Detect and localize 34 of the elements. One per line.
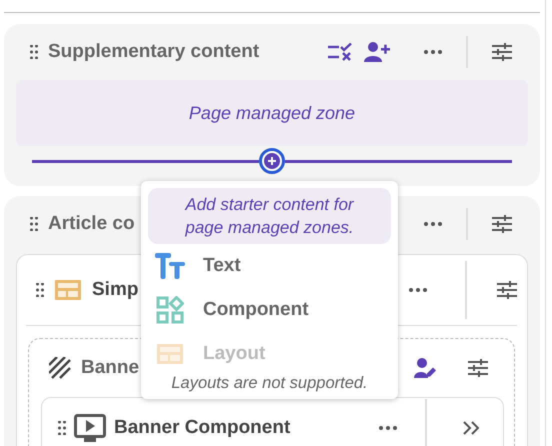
drag-handle-icon[interactable] [30,45,38,59]
add-user-icon[interactable] [364,42,390,62]
layout-icon [156,343,184,365]
page-managed-zone[interactable]: Page managed zone [16,80,528,146]
section-title: Supplementary content [48,41,260,63]
layout-title: Simp [92,279,138,301]
component-title: Banner Component [114,417,290,439]
more-icon[interactable] [424,50,442,54]
menu-item[interactable]: Text [148,244,391,288]
stripes-icon [49,357,71,379]
settings-icon[interactable] [492,215,512,233]
layout-icon [54,279,82,301]
menu-hint: Add starter content for page managed zones. [148,188,391,244]
drag-handle-icon[interactable] [30,217,38,231]
checklist-icon[interactable] [328,43,352,61]
component-icon [156,296,184,324]
more-icon[interactable] [379,426,397,430]
text-format-icon [155,253,185,279]
more-icon[interactable] [409,288,427,292]
settings-icon[interactable] [497,281,517,299]
menu-note: Layouts are not supported. [170,374,369,393]
zone-title: Banne [81,357,140,379]
add-content-button[interactable] [259,148,285,174]
drag-handle-icon[interactable] [36,283,44,297]
more-icon[interactable] [424,222,442,226]
video-screen-icon [74,414,106,442]
menu-item[interactable]: Component [148,288,391,332]
settings-icon[interactable] [492,43,512,61]
double-chevron-icon[interactable] [463,421,479,435]
zone-label: Page managed zone [188,102,356,124]
drag-handle-icon[interactable] [58,421,66,435]
settings-icon[interactable] [468,359,488,377]
section-title: Article co [48,213,135,235]
edit-user-icon[interactable] [414,358,436,378]
